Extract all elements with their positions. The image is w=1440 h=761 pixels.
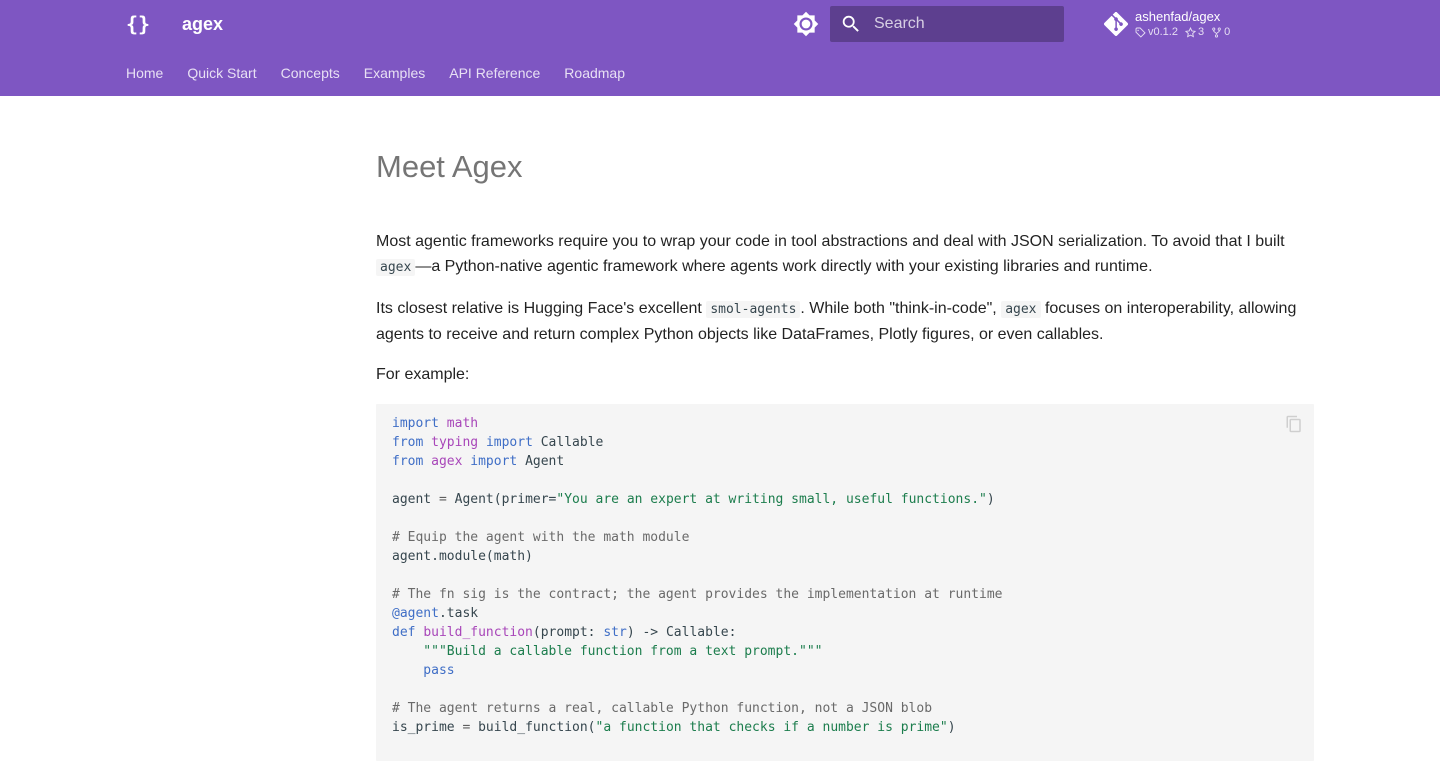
search-icon xyxy=(840,13,862,35)
repo-name: ashenfad/agex xyxy=(1135,9,1221,24)
tab-concepts[interactable]: Concepts xyxy=(281,63,340,83)
tab-roadmap[interactable]: Roadmap xyxy=(564,63,625,83)
repo-version: v0.1.2 xyxy=(1135,25,1178,39)
example-intro: For example: xyxy=(376,366,470,383)
site-title[interactable]: agex xyxy=(182,12,223,36)
intro-paragraph: Most agentic frameworks require you to w… xyxy=(376,233,1285,276)
search-box[interactable] xyxy=(830,6,1064,42)
nav-tabs: Home Quick Start Concepts Examples API R… xyxy=(126,63,649,83)
logo[interactable]: {} xyxy=(126,10,152,38)
copy-icon[interactable] xyxy=(1285,415,1303,433)
tab-api-reference[interactable]: API Reference xyxy=(449,63,540,83)
theme-toggle-icon[interactable] xyxy=(793,11,819,37)
repo-stars: 3 xyxy=(1184,25,1204,39)
code-content[interactable]: import math from typing import Callable … xyxy=(392,414,1002,737)
search-input[interactable] xyxy=(874,6,1054,42)
git-icon xyxy=(1103,11,1129,37)
tab-quick-start[interactable]: Quick Start xyxy=(187,63,256,83)
tab-examples[interactable]: Examples xyxy=(364,63,425,83)
relative-paragraph: Its closest relative is Hugging Face's e… xyxy=(376,300,1297,343)
tag-icon xyxy=(1135,27,1146,38)
inline-code: agex xyxy=(376,259,416,276)
inline-code: agex xyxy=(1001,301,1041,318)
fork-icon xyxy=(1212,27,1221,37)
site-header: {} agex ashenfad/agex v0.1.2 3 0 xyxy=(0,0,1440,96)
page-title: Meet Agex xyxy=(376,149,523,184)
inline-code: smol-agents xyxy=(706,301,801,318)
code-block: import math from typing import Callable … xyxy=(376,404,1314,761)
repo-forks: 0 xyxy=(1211,25,1230,39)
star-icon xyxy=(1184,26,1196,38)
repo-facts: v0.1.2 3 0 xyxy=(1135,25,1237,39)
tab-home[interactable]: Home xyxy=(126,63,163,83)
